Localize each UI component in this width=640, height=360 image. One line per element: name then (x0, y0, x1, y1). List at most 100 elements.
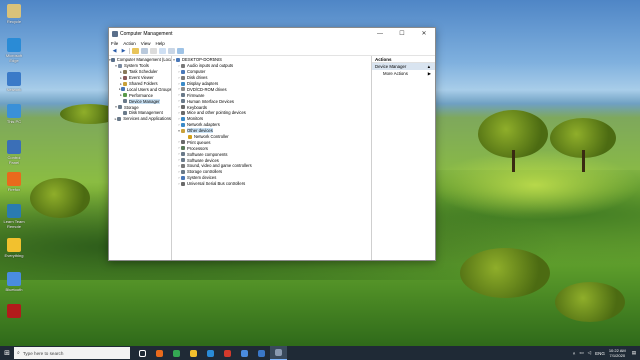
device-category-icon (181, 93, 185, 98)
device-category-label: Universal Serial Bus controllers (187, 181, 246, 187)
device-category-icon (181, 99, 185, 104)
actions-section-label: Device Manager (375, 64, 407, 69)
title-bar[interactable]: Computer Management — ☐ ✕ (109, 28, 435, 39)
device-category-label: Software components (187, 151, 228, 157)
console-tree-pane[interactable]: ▾ Computer Management (Local ▾ System Tools… (109, 56, 172, 260)
menu-action[interactable]: Action (123, 41, 136, 46)
maximize-button[interactable]: ☐ (391, 28, 413, 39)
desktop-icon-label: Network (6, 87, 22, 92)
desktop-icon-label: Firefox (7, 187, 21, 192)
computer-icon (176, 57, 180, 62)
tree-node-label: Performance (129, 92, 153, 98)
task-view-taskbar-button[interactable] (134, 346, 151, 360)
device-category-icon (181, 110, 185, 115)
desktop-icon[interactable]: Firefox (2, 172, 26, 192)
system-tray: ˄ ▭ ◁ ENG 10:22 AM 7/1/2020 ▤ (573, 346, 640, 360)
device-category-icon (181, 152, 185, 157)
desktop-icon[interactable]: Network (2, 72, 26, 92)
actions-header: Actions (372, 56, 435, 63)
refresh-icon[interactable] (177, 48, 184, 54)
start-button[interactable]: ⊞ (0, 346, 14, 360)
desktop-icon[interactable] (2, 304, 26, 319)
toolbar: ◀ ▶ (109, 47, 435, 56)
desktop-icon[interactable]: This PC (2, 104, 26, 124)
desktop-icon-image (7, 272, 21, 286)
device-category-label: Network Controller (194, 134, 229, 140)
device-category-icon (181, 140, 185, 145)
close-button[interactable]: ✕ (413, 28, 435, 39)
computer-management-window[interactable]: Computer Management — ☐ ✕ File Action Vi… (108, 27, 436, 261)
tree-node-icon (120, 87, 125, 92)
clock[interactable]: 10:22 AM 7/1/2020 (609, 348, 626, 358)
desktop-icon-label: Learn Team Remote (3, 219, 25, 229)
app-blue-taskbar-button[interactable] (253, 346, 270, 360)
device-category-icon (188, 134, 192, 139)
desktop-icon[interactable]: Control Panel (2, 140, 26, 165)
help-icon[interactable] (159, 48, 166, 54)
device-category-label: Computer (187, 69, 206, 75)
tray-chevron-icon[interactable]: ˄ (573, 351, 576, 356)
tree-node-label: Device Manager (129, 98, 160, 104)
device-category-label: Storage controllers (187, 169, 223, 175)
desktop-icon[interactable]: Learn Team Remote (2, 204, 26, 229)
desktop-icon-image (7, 72, 21, 86)
wallpaper-tree (555, 282, 625, 322)
file-explorer-icon (190, 349, 197, 357)
device-tree-pane[interactable]: ▾ DESKTOP-DOR5NIS › Audio inputs and outp… (172, 56, 372, 260)
show-hide-tree-icon[interactable] (141, 48, 148, 54)
device-category-label: Network adapters (187, 122, 220, 128)
volume-icon[interactable]: ◁ (588, 350, 591, 356)
device-category[interactable]: › Universal Serial Bus controllers (172, 181, 371, 187)
console-tree-node[interactable]: ▸ Services and Applications (109, 116, 171, 122)
tree-node-icon (118, 105, 122, 110)
search-icon: ⌕ (17, 350, 20, 356)
back-icon[interactable]: ◀ (111, 48, 118, 54)
menu-view[interactable]: View (141, 41, 151, 46)
chrome-icon (173, 349, 180, 357)
more-actions-item[interactable]: More Actions ▶ (372, 70, 435, 77)
minimize-button[interactable]: — (369, 28, 391, 39)
device-category-label: Firmware (187, 92, 205, 98)
collapse-up-icon[interactable]: ▲ (427, 64, 431, 69)
device-category-label: Software devices (187, 157, 219, 163)
forward-icon[interactable]: ▶ (120, 48, 127, 54)
desktop-icon[interactable]: Everything (2, 238, 26, 258)
notifications-icon[interactable]: ▤ (632, 350, 636, 356)
tree-node-icon (118, 63, 122, 68)
wallpaper-trunk (582, 150, 585, 172)
properties-icon[interactable] (150, 48, 157, 54)
app-red-taskbar-button[interactable] (219, 346, 236, 360)
network-icon[interactable]: ▭ (579, 350, 583, 356)
file-explorer-taskbar-button[interactable] (185, 346, 202, 360)
tree-node-icon (117, 116, 122, 121)
computer-management-icon (112, 30, 118, 37)
device-category-label: Other devices (187, 128, 213, 134)
tree-node-label: Storage (124, 104, 139, 110)
firefox-taskbar-button[interactable] (151, 346, 168, 360)
computer-management-icon (275, 349, 282, 356)
desktop-icon-label: Recycle (6, 19, 22, 24)
desktop-icon-image (7, 172, 21, 186)
app-red-icon (224, 349, 231, 357)
chrome-taskbar-button[interactable] (168, 346, 185, 360)
taskbar-search-box[interactable]: ⌕ Type here to search (14, 347, 130, 359)
store-taskbar-button[interactable] (236, 346, 253, 360)
app-blue-icon (258, 349, 265, 357)
language-indicator[interactable]: ENG (595, 351, 605, 356)
up-icon[interactable] (132, 48, 139, 54)
device-category-icon (181, 105, 185, 110)
wallpaper-tree (460, 248, 550, 298)
desktop-icon[interactable]: Bluetooth (2, 272, 26, 292)
console-tree-node[interactable]: ▾ Computer Management (Local (109, 57, 171, 63)
menu-file[interactable]: File (111, 41, 118, 46)
menu-bar: File Action View Help (109, 39, 435, 47)
device-category-icon (181, 169, 185, 174)
actions-section-device-manager[interactable]: Device Manager ▲ (372, 63, 435, 70)
desktop-icon-image (7, 38, 21, 52)
edge-taskbar-button[interactable] (202, 346, 219, 360)
view-icon[interactable] (168, 48, 175, 54)
desktop-icon[interactable]: Recycle (2, 4, 26, 24)
menu-help[interactable]: Help (155, 41, 164, 46)
computer-management-taskbar-button[interactable] (270, 346, 287, 360)
desktop-icon[interactable]: Microsoft Edge (2, 38, 26, 63)
